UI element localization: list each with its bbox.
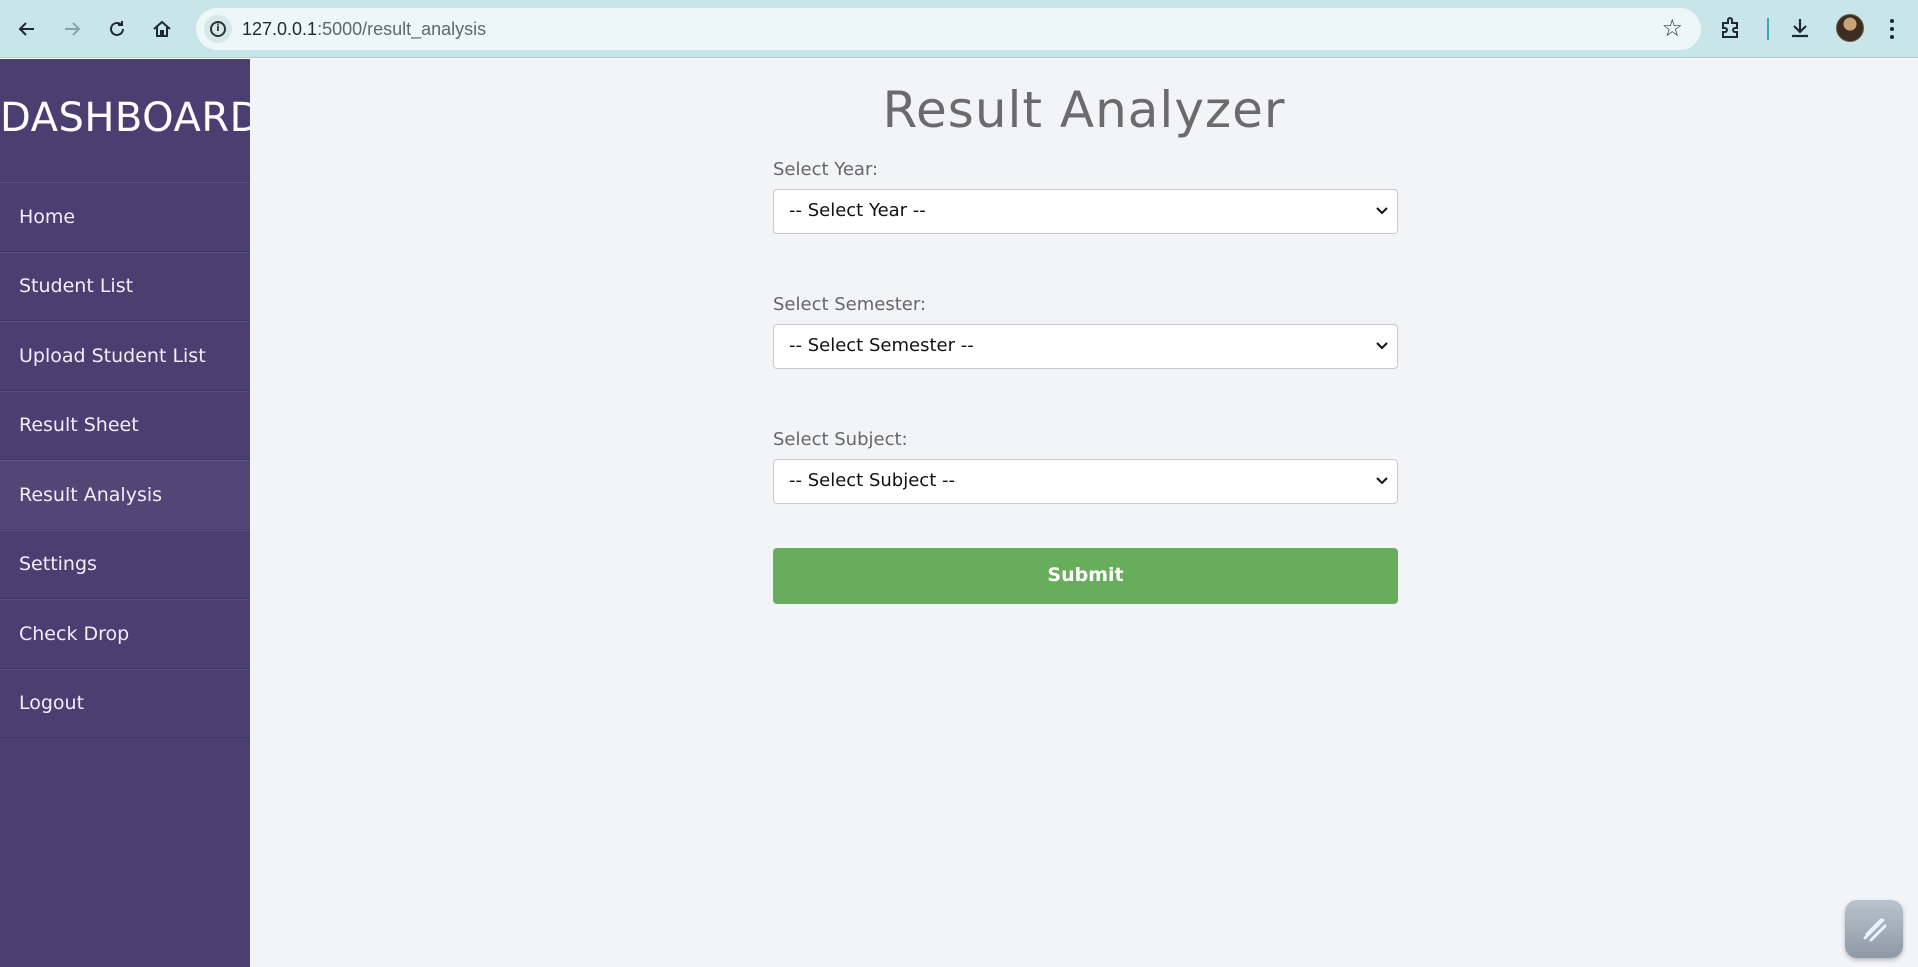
floating-assistant-icon[interactable] xyxy=(1845,900,1903,958)
url-host: 127.0.0.1 xyxy=(242,19,318,39)
reload-icon[interactable] xyxy=(100,12,134,46)
browser-toolbar: i 127.0.0.1:5000/result_analysis ☆ xyxy=(0,0,1918,58)
sidebar-item-home[interactable]: Home xyxy=(0,182,250,252)
subject-label: Select Subject: xyxy=(773,429,908,450)
profile-avatar[interactable] xyxy=(1836,14,1864,42)
year-label: Select Year: xyxy=(773,159,879,180)
bookmark-star-icon[interactable]: ☆ xyxy=(1661,16,1683,40)
chevron-down-icon xyxy=(1376,477,1388,485)
sidebar-item-logout[interactable]: Logout xyxy=(0,668,250,738)
sidebar-item-result-analysis[interactable]: Result Analysis xyxy=(0,460,250,530)
year-select[interactable]: -- Select Year -- xyxy=(773,189,1398,234)
semester-select[interactable]: -- Select Semester -- xyxy=(773,324,1398,369)
url-path: :5000/result_analysis xyxy=(317,19,487,39)
main-content: Result Analyzer Select Year: -- Select Y… xyxy=(250,59,1918,967)
back-arrow-icon[interactable] xyxy=(10,12,44,46)
extensions-puzzle-icon[interactable] xyxy=(1718,15,1744,41)
toolbar-separator xyxy=(1767,18,1769,40)
sidebar-brand: DASHBOARD xyxy=(0,95,261,141)
url-text: 127.0.0.1:5000/result_analysis xyxy=(242,19,486,40)
sidebar-item-settings[interactable]: Settings xyxy=(0,529,250,599)
result-analyzer-form: Select Year: -- Select Year -- Select Se… xyxy=(773,155,1398,604)
year-select-value: -- Select Year -- xyxy=(789,200,926,221)
sidebar-item-check-drop[interactable]: Check Drop xyxy=(0,599,250,669)
sidebar-nav: Home Student List Upload Student List Re… xyxy=(0,182,250,738)
download-icon[interactable] xyxy=(1787,15,1813,41)
sidebar-item-upload-student-list[interactable]: Upload Student List xyxy=(0,321,250,391)
semester-select-value: -- Select Semester -- xyxy=(789,335,974,356)
site-info-icon[interactable]: i xyxy=(204,15,232,43)
sidebar: DASHBOARD Home Student List Upload Stude… xyxy=(0,59,260,967)
address-bar[interactable]: i 127.0.0.1:5000/result_analysis ☆ xyxy=(196,8,1701,50)
chevron-down-icon xyxy=(1376,207,1388,215)
forward-arrow-icon[interactable] xyxy=(55,12,89,46)
submit-button[interactable]: Submit xyxy=(773,548,1398,604)
sidebar-item-student-list[interactable]: Student List xyxy=(0,251,250,321)
sidebar-item-result-sheet[interactable]: Result Sheet xyxy=(0,390,250,460)
subject-select[interactable]: -- Select Subject -- xyxy=(773,459,1398,504)
page-title: Result Analyzer xyxy=(882,81,1286,139)
browser-menu-icon[interactable] xyxy=(1882,14,1902,44)
semester-label: Select Semester: xyxy=(773,294,927,315)
home-icon[interactable] xyxy=(145,12,179,46)
subject-select-value: -- Select Subject -- xyxy=(789,470,955,491)
chevron-down-icon xyxy=(1376,342,1388,350)
